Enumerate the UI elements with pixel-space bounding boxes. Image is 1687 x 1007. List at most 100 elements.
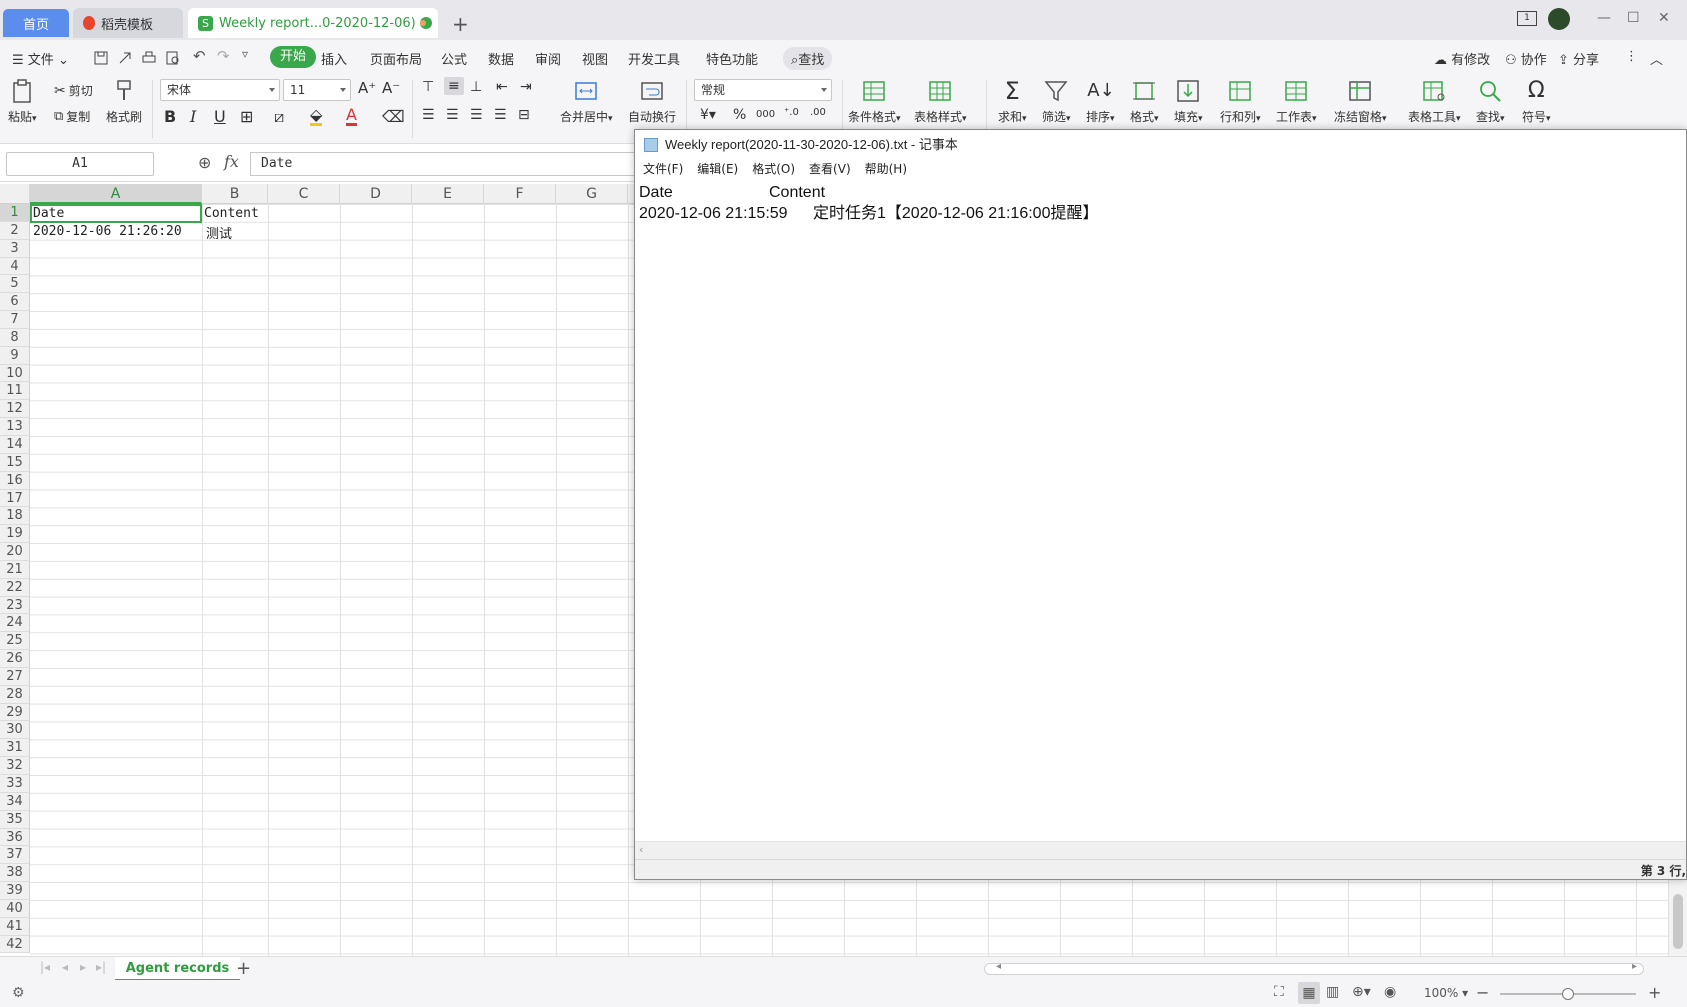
find-button[interactable]: 查找▾ [1476, 78, 1505, 125]
row-header-27[interactable]: 27 [0, 667, 30, 686]
decrease-decimal-icon[interactable]: .00 [810, 107, 826, 118]
row-header-30[interactable]: 30 [0, 721, 30, 740]
tab-view[interactable]: 视图 [582, 49, 608, 68]
notepad-menu-help[interactable]: 帮助(H) [865, 160, 907, 180]
freeze-panes-button[interactable]: 冻结窗格▾ [1334, 78, 1387, 125]
row-header-31[interactable]: 31 [0, 739, 30, 758]
row-header-28[interactable]: 28 [0, 685, 30, 704]
row-header-11[interactable]: 11 [0, 382, 30, 401]
tab-insert[interactable]: 插入 [321, 49, 347, 68]
row-header-29[interactable]: 29 [0, 703, 30, 722]
row-header-1[interactable]: 1 [0, 204, 30, 222]
table-style-button[interactable]: 表格样式▾ [914, 78, 967, 125]
row-header-8[interactable]: 8 [0, 328, 30, 347]
table-tools-button[interactable]: 表格工具▾ [1408, 78, 1461, 125]
undo-icon[interactable]: ↶ [193, 47, 206, 65]
fill-color-icon[interactable]: ⬙ [310, 107, 323, 126]
notepad-title-bar[interactable]: Weekly report(2020-11-30-2020-12-06).txt… [635, 130, 1686, 160]
tab-dev-tools[interactable]: 开发工具 [628, 49, 680, 68]
avatar[interactable] [1548, 8, 1570, 30]
cell-style-icon[interactable]: ⧄ [274, 107, 284, 127]
notepad-menu-file[interactable]: 文件(F) [643, 160, 683, 180]
font-size-select[interactable]: 11 [283, 79, 351, 101]
tab-data[interactable]: 数据 [488, 49, 514, 68]
row-header-24[interactable]: 24 [0, 614, 30, 633]
thousands-separator-icon[interactable]: 000 [756, 109, 775, 120]
row-header-5[interactable]: 5 [0, 275, 30, 294]
cell-a2[interactable]: 2020-12-06 21:26:20 [33, 224, 182, 239]
share-button[interactable]: ⇪ 分享 [1558, 49, 1599, 68]
collaborate-button[interactable]: ⚇ 协作 [1505, 49, 1547, 68]
scroll-left-icon[interactable]: ‹ [639, 843, 643, 856]
format-button[interactable]: 格式▾ [1130, 78, 1159, 125]
font-color-icon[interactable]: A [346, 107, 357, 126]
tab-home[interactable]: 首页 [3, 9, 69, 37]
notepad-menu-view[interactable]: 查看(V) [809, 160, 851, 180]
row-header-33[interactable]: 33 [0, 775, 30, 793]
add-sheet-button[interactable]: + [236, 958, 251, 979]
row-header-16[interactable]: 16 [0, 471, 30, 490]
row-header-7[interactable]: 7 [0, 311, 30, 329]
maximize-button[interactable]: ☐ [1627, 10, 1640, 26]
row-header-15[interactable]: 15 [0, 453, 30, 472]
currency-icon[interactable]: ¥▾ [700, 107, 716, 123]
customize-quick-access-icon[interactable]: ▿ [242, 47, 248, 61]
file-menu[interactable]: ☰ 文件 ⌄ [12, 49, 69, 68]
row-header-39[interactable]: 39 [0, 882, 30, 900]
cell-b2[interactable]: 测试 [206, 223, 232, 242]
row-header-23[interactable]: 23 [0, 596, 30, 615]
notepad-menu-format[interactable]: 格式(O) [752, 160, 795, 180]
row-header-37[interactable]: 37 [0, 846, 30, 865]
row-header-32[interactable]: 32 [0, 757, 30, 775]
collapse-ribbon-icon[interactable]: ︿ [1650, 49, 1663, 68]
redo-icon[interactable]: ↷ [217, 47, 230, 65]
tab-template[interactable]: 稻壳模板 [73, 8, 183, 38]
tab-formula[interactable]: 公式 [441, 49, 467, 68]
row-header-38[interactable]: 38 [0, 864, 30, 883]
align-right-icon[interactable]: ☰ [470, 107, 483, 123]
new-tab-button[interactable]: + [452, 12, 469, 36]
row-header-9[interactable]: 9 [0, 346, 30, 365]
number-format-select[interactable]: 常规 [694, 79, 832, 101]
zoom-formula-icon[interactable]: ⊕ [198, 153, 211, 172]
sheet-tab-agent-records[interactable]: Agent records [115, 957, 240, 981]
row-header-35[interactable]: 35 [0, 810, 30, 829]
tab-special[interactable]: 特色功能 [706, 49, 758, 68]
font-name-select[interactable]: 宋体 [160, 79, 280, 101]
fullscreen-icon[interactable]: ⛶ [1274, 984, 1284, 1000]
column-header-a[interactable]: A [30, 184, 202, 204]
sum-button[interactable]: Σ 求和▾ [998, 78, 1027, 125]
macro-record-icon[interactable]: ⚙ [12, 985, 25, 1001]
unsaved-dot-icon[interactable] [420, 20, 426, 26]
zoom-level-select[interactable]: 100% ▾ [1424, 986, 1468, 1000]
cell-b1[interactable]: Content [204, 206, 259, 221]
modified-button[interactable]: ☁ 有修改 [1434, 49, 1490, 68]
borders-icon[interactable]: ⊞ [240, 107, 253, 126]
reading-mode-icon[interactable]: ◉ [1384, 984, 1396, 1000]
row-header-36[interactable]: 36 [0, 828, 30, 847]
align-top-icon[interactable]: ⊤ [422, 79, 434, 95]
zoom-out-button[interactable]: − [1476, 983, 1489, 1002]
export-icon[interactable] [118, 51, 132, 65]
close-button[interactable]: ✕ [1658, 10, 1670, 26]
row-header-18[interactable]: 18 [0, 507, 30, 526]
sort-button[interactable]: A↓ 排序▾ [1086, 78, 1115, 125]
save-icon[interactable] [94, 51, 108, 65]
notepad-menu-edit[interactable]: 编辑(E) [697, 160, 738, 180]
row-header-40[interactable]: 40 [0, 899, 30, 918]
more-options-icon[interactable]: ⋮ [1625, 49, 1638, 64]
worksheet-button[interactable]: 工作表▾ [1276, 78, 1317, 125]
minimize-button[interactable]: — [1597, 10, 1611, 26]
distributed-icon[interactable]: ⊟ [518, 107, 530, 123]
italic-button[interactable]: I [190, 107, 196, 126]
row-header-2[interactable]: 2 [0, 221, 30, 240]
row-col-button[interactable]: 行和列▾ [1220, 78, 1261, 125]
column-header-b[interactable]: B [202, 184, 268, 204]
copy-button[interactable]: ⧉ 复制 [54, 108, 90, 125]
sheet-nav-prev-icon[interactable]: ◂ [62, 960, 68, 974]
row-header-26[interactable]: 26 [0, 650, 30, 668]
search-button[interactable]: ⌕查找 [783, 47, 833, 70]
underline-button[interactable]: U [214, 107, 226, 126]
percent-icon[interactable]: % [733, 107, 746, 123]
row-header-14[interactable]: 14 [0, 435, 30, 454]
